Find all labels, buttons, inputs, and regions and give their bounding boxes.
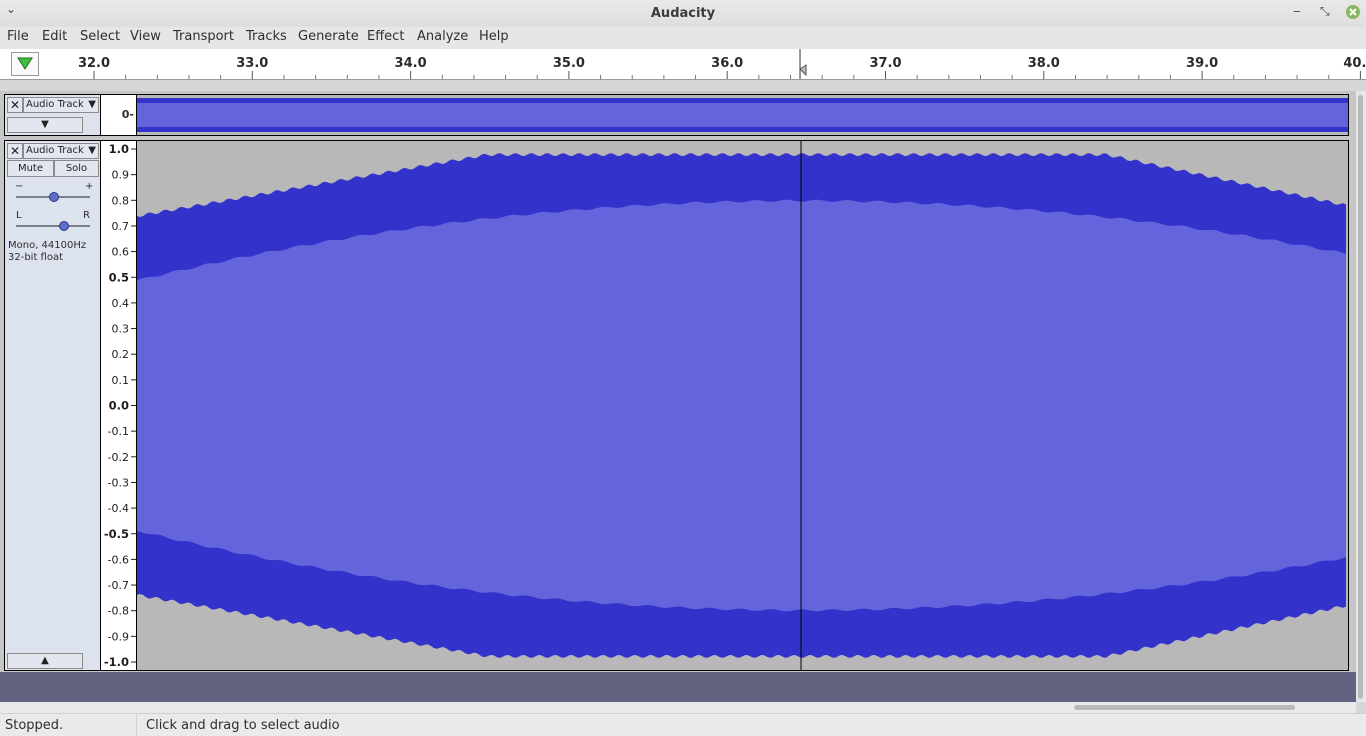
timeline-ruler[interactable]: 32.0 33.0 34.0 35.0 36.0 37.0 38.0 39.0 40.0 [0,49,1366,80]
empty-track-space[interactable] [0,672,1356,702]
menu-tracks[interactable]: Tracks [246,29,287,44]
close-track-icon[interactable]: ✕ [7,97,23,113]
amplitude-label: 0.6 [112,246,130,259]
close-icon[interactable] [1346,5,1360,19]
pan-right-label: R [83,210,90,221]
menu-file[interactable]: File [7,29,29,44]
track-vertical-ruler: 0- [101,95,137,135]
restore-icon[interactable]: ⤡ [1320,4,1330,19]
track-collapsed: ✕ Audio Track ▼ ▼ 0- [4,94,1349,136]
minimize-icon[interactable]: ‒ [1293,4,1301,18]
waveform-collapsed[interactable] [137,95,1348,135]
menu-effect[interactable]: Effect [367,29,404,44]
amplitude-label: 0.0 [109,399,129,413]
amplitude-label: -0.9 [108,630,129,643]
amplitude-label: 0.2 [112,348,130,361]
amplitude-label: -0.8 [108,605,129,618]
amplitude-label: -0.3 [108,476,129,489]
track-control-panel: ✕ Audio Track ▼ Mute Solo − + L R Mono, … [5,141,101,670]
timeline-tick-label: 40.0 [1343,56,1366,71]
window-title: Audacity [650,6,716,21]
horizontal-scrollbar[interactable] [0,702,1356,713]
mute-button[interactable]: Mute [7,160,54,177]
amplitude-label: -0.6 [108,553,129,566]
vertical-scroll-thumb[interactable] [1358,95,1363,699]
amplitude-label: -0.4 [108,502,129,515]
amplitude-label: -0.7 [108,579,129,592]
amplitude-scale: 1.0 0.9 0.8 0.7 0.6 0.5 0.4 0.3 0.2 0.1 0.0 -0.1 -0.… [104,142,136,669]
menu-view[interactable]: View [130,29,161,44]
pan-left-label: L [16,210,22,221]
collapse-track-button[interactable]: ▲ [7,653,83,669]
menu-analyze[interactable]: Analyze [417,29,468,44]
timeline-tick-label: 34.0 [395,56,427,71]
track-main: ✕ Audio Track ▼ Mute Solo − + L R Mono, … [4,140,1349,671]
waveform-rms [137,199,1346,612]
waveform-rms [137,103,1348,127]
status-bar: Stopped. Click and drag to select audio [0,713,1366,736]
track-name: Audio Track [26,99,84,110]
timeline-tick-label: 38.0 [1028,56,1060,71]
menu-bar: File Edit Select View Transport Tracks G… [0,27,1366,49]
horizontal-scroll-thumb[interactable] [1074,705,1295,710]
collapse-arrow-icon: ▲ [41,655,49,666]
amplitude-label: 0.5 [109,270,129,284]
menu-help[interactable]: Help [479,29,509,44]
track-name-menu[interactable]: Audio Track ▼ [23,97,99,113]
status-state: Stopped. [5,718,64,733]
menu-edit[interactable]: Edit [42,29,67,44]
close-track-icon[interactable]: ✕ [7,143,23,159]
waveform-main[interactable] [137,141,1348,670]
amplitude-label: -0.2 [108,451,129,464]
chevron-down-icon: ▼ [88,99,96,110]
amplitude-label: 0.9 [112,169,130,182]
amplitude-label: -0.1 [108,425,129,438]
amplitude-label: 0.4 [112,297,130,310]
status-hint: Click and drag to select audio [146,718,340,733]
timeline-tick-label: 36.0 [711,56,743,71]
gain-plus-label: + [85,181,94,192]
track-control-panel: ✕ Audio Track ▼ ▼ [5,95,101,135]
track-info: Mono, 44100Hz 32-bit float [8,240,86,264]
amplitude-label: -1.0 [104,655,129,669]
track-format: Mono, 44100Hz [8,240,87,251]
pan-slider-track[interactable] [16,225,90,227]
timeline-tick-label: 37.0 [869,56,901,71]
track-name: Audio Track [26,145,84,156]
timeline-ticks: 32.0 33.0 34.0 35.0 36.0 37.0 38.0 39.0 40.0 [78,49,1366,79]
amplitude-label: 0.7 [112,220,130,233]
pan-slider-thumb[interactable] [59,221,69,231]
cursor-arrow-icon [799,64,807,77]
status-divider [136,714,137,736]
vertical-scrollbar[interactable] [1356,91,1366,702]
amplitude-label: 0.3 [112,323,130,336]
timeline-tick-label: 33.0 [236,56,268,71]
chevron-down-icon: ▼ [88,145,96,156]
amplitude-label: 0.8 [112,194,130,207]
scale-label: 0- [121,108,134,121]
timeline-tick-label: 35.0 [553,56,585,71]
expand-arrow-icon: ▼ [41,119,49,130]
amplitude-label: 1.0 [109,142,129,156]
track-vertical-ruler: 1.0 0.9 0.8 0.7 0.6 0.5 0.4 0.3 0.2 0.1 0.0 -0.1 -0.… [101,141,137,670]
amplitude-label: -0.5 [104,527,129,541]
gain-slider-thumb[interactable] [49,192,59,202]
timeline-tick-label: 32.0 [78,56,110,71]
timeline-tick-label: 39.0 [1186,56,1218,71]
track-name-menu[interactable]: Audio Track ▼ [23,143,99,159]
expand-track-button[interactable]: ▼ [7,117,83,133]
menu-transport[interactable]: Transport [173,29,234,44]
track-bitdepth: 32-bit float [8,252,64,263]
solo-button[interactable]: Solo [54,160,99,177]
menu-generate[interactable]: Generate [298,29,359,44]
title-bar: ⌄ Audacity ‒ ⤡ [0,0,1366,28]
menu-select[interactable]: Select [80,29,120,44]
amplitude-label: 0.1 [112,374,130,387]
gain-minus-label: − [15,181,24,192]
